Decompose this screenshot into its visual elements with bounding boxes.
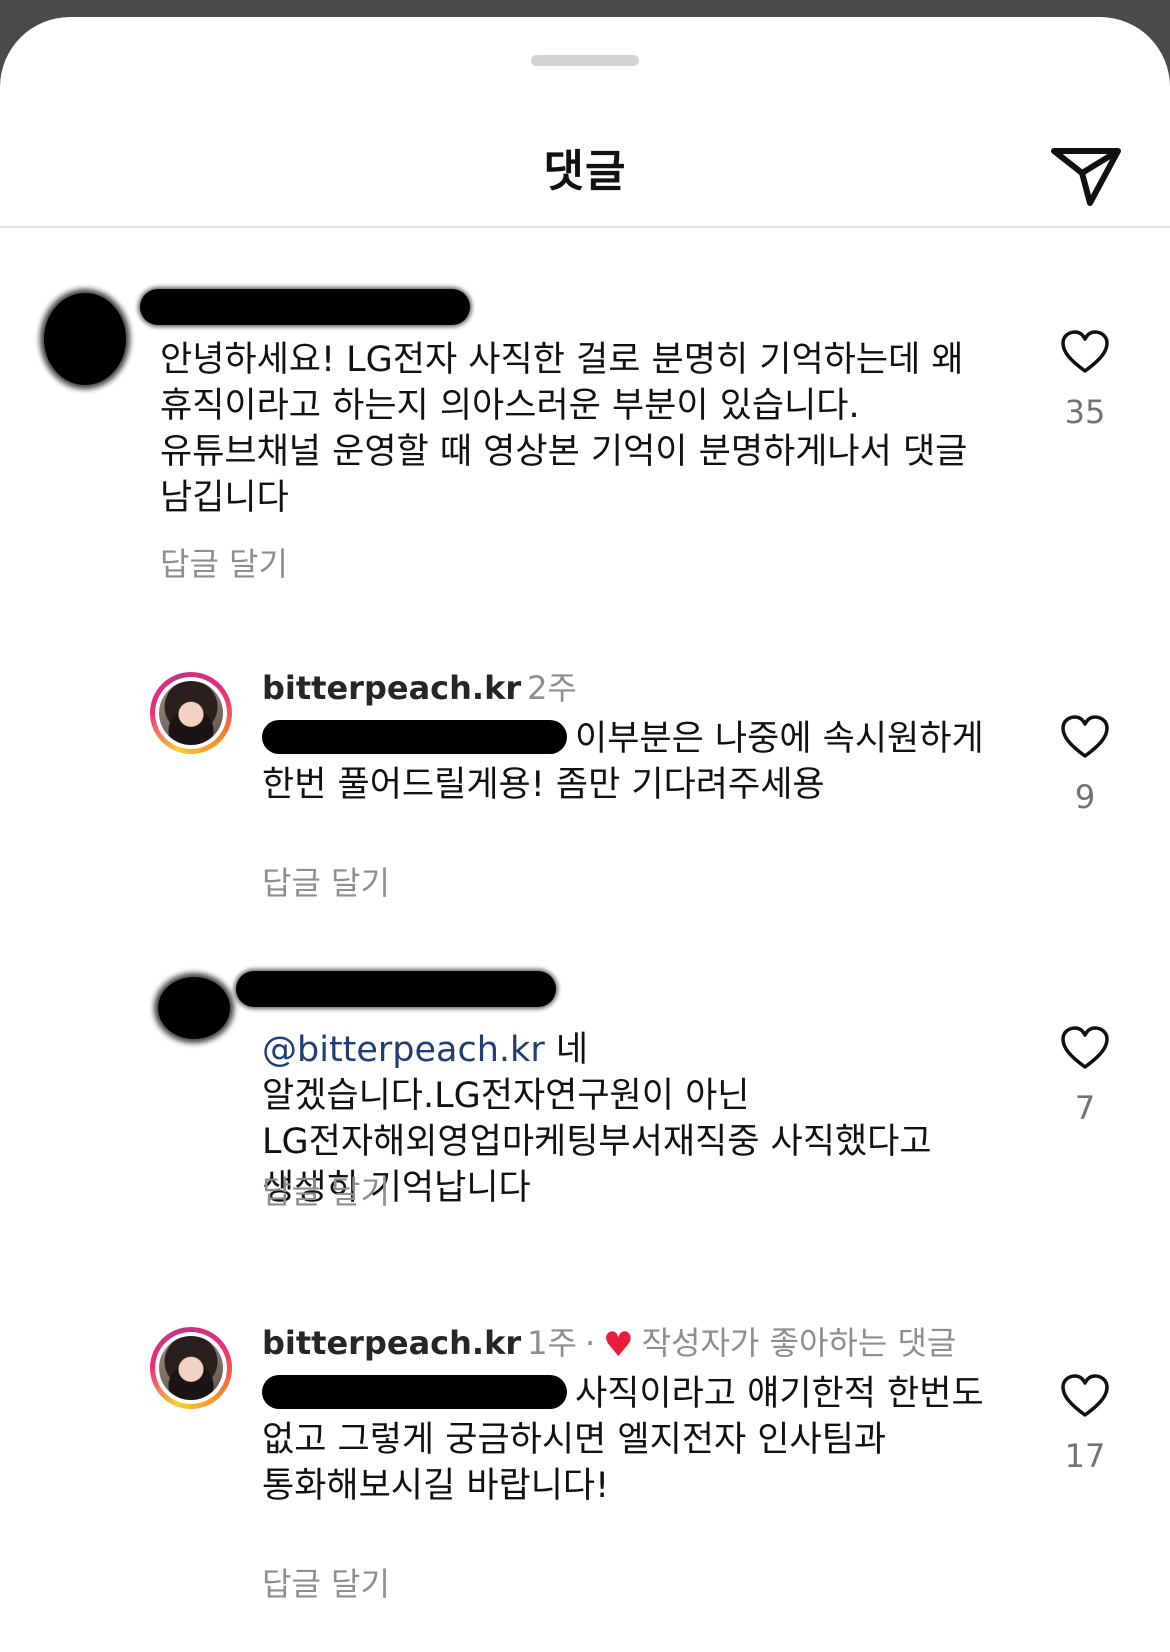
like-column: 7 xyxy=(1050,1025,1120,1127)
like-count: 7 xyxy=(1074,1089,1096,1127)
avatar[interactable] xyxy=(150,672,232,754)
reply-button[interactable]: 답글 달기 xyxy=(262,858,390,904)
profile-photo xyxy=(159,681,223,745)
like-column: 17 xyxy=(1050,1373,1120,1475)
header-divider xyxy=(0,226,1170,228)
heart-filled-icon: ♥ xyxy=(603,1325,634,1365)
comment-text: 이부분은 나중에 속시원하게 한번 풀어드릴게용! 좀만 기다려주세용 xyxy=(262,716,1002,808)
like-column: 9 xyxy=(1050,714,1120,816)
separator-dot: · xyxy=(584,1324,596,1362)
comment-header: bitterpeach.kr 2주 xyxy=(262,668,577,708)
redacted-username xyxy=(236,971,556,1007)
page-title: 댓글 xyxy=(543,146,627,197)
like-count: 9 xyxy=(1074,778,1096,816)
like-column: 35 xyxy=(1050,329,1120,431)
sheet-grabber[interactable] xyxy=(531,55,639,66)
heart-icon[interactable] xyxy=(1060,1025,1110,1071)
profile-photo xyxy=(159,1336,223,1400)
redacted-mention xyxy=(262,720,567,754)
avatar[interactable] xyxy=(150,1327,232,1409)
like-count: 17 xyxy=(1064,1437,1106,1475)
like-count: 35 xyxy=(1064,393,1106,431)
heart-icon[interactable] xyxy=(1060,714,1110,760)
timestamp: 2주 xyxy=(527,669,577,707)
timestamp: 1주 xyxy=(527,1324,577,1362)
comment-text: 안녕하세요! LG전자 사직한 걸로 분명히 기억하는데 왜 휴직이라고 하는지… xyxy=(160,340,968,518)
username[interactable]: bitterpeach.kr xyxy=(262,1324,521,1362)
comment-header: bitterpeach.kr 1주 · ♥ 작성자가 좋아하는 댓글 xyxy=(262,1323,957,1365)
redacted-mention xyxy=(262,1375,567,1409)
mention-link[interactable]: @bitterpeach.kr xyxy=(262,1030,545,1070)
liked-by-author-label: 작성자가 좋아하는 댓글 xyxy=(641,1324,957,1362)
reply-button[interactable]: 답글 달기 xyxy=(262,1559,390,1605)
reply-button[interactable]: 답글 달기 xyxy=(160,539,288,585)
comments-sheet: 댓글 안녕하세요! LG전자 사직한 걸로 분명히 기억하는데 왜 휴직이라고 … xyxy=(0,17,1170,1652)
avatar[interactable] xyxy=(158,977,230,1039)
heart-icon[interactable] xyxy=(1060,1373,1110,1419)
reply-button[interactable]: 답글 달기 xyxy=(262,1167,390,1213)
send-icon[interactable] xyxy=(1050,145,1122,207)
avatar[interactable] xyxy=(44,293,126,385)
heart-icon[interactable] xyxy=(1060,329,1110,375)
redacted-username xyxy=(140,289,470,325)
username[interactable]: bitterpeach.kr xyxy=(262,669,521,707)
comment-text: 사직이라고 얘기한적 한번도 없고 그렇게 궁금하시면 엘지전자 인사팀과 통화… xyxy=(262,1371,1002,1509)
